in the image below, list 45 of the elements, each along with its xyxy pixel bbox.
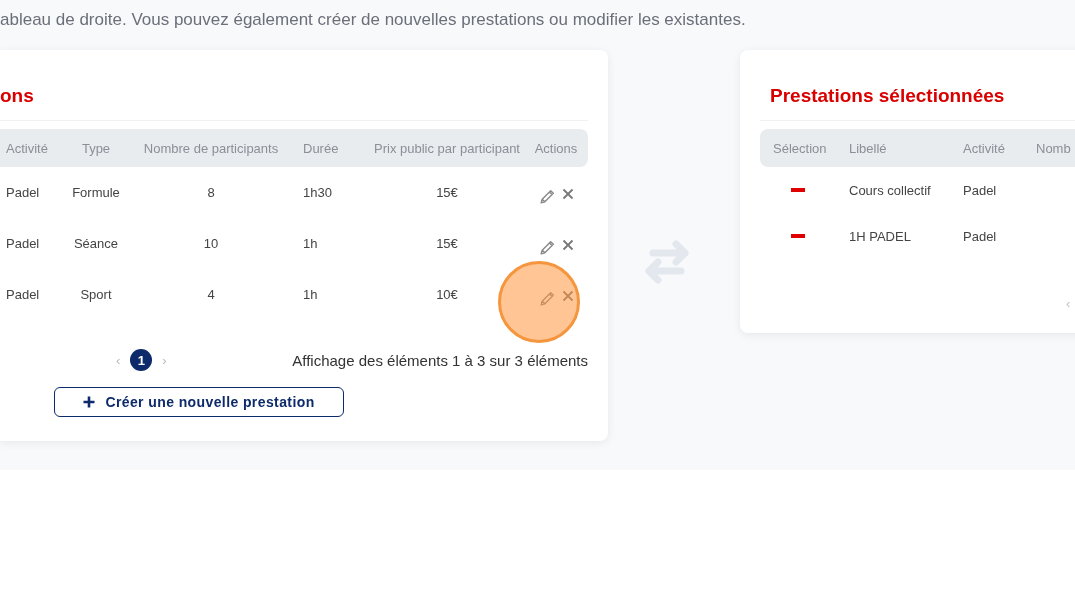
pencil-icon[interactable]: [538, 239, 556, 256]
page-button[interactable]: 1: [130, 349, 153, 371]
table-cell-text: Sport: [79, 287, 113, 302]
plus-icon: [83, 396, 96, 408]
table-cell-text: Séance: [72, 236, 120, 251]
table-cell-text: 10: [202, 236, 220, 251]
table-cell-text: 1h: [302, 287, 319, 302]
close-icon[interactable]: [561, 188, 574, 200]
column-header: Sélection: [772, 140, 828, 156]
previous-page-link[interactable]: ‹: [1066, 296, 1071, 311]
column-header: Activité: [962, 140, 1006, 156]
table-cell-text: 1h30: [302, 185, 333, 200]
table-cell-text: 15€: [435, 236, 459, 251]
table-cell-text: Formule: [71, 185, 121, 200]
table-cell-text: 15€: [435, 185, 459, 200]
column-header: Prix public par participant: [373, 140, 521, 156]
next-page-link[interactable]: ›: [162, 352, 167, 368]
table-cell-text: 10€: [435, 287, 459, 302]
table-cell-text: Padel: [962, 182, 998, 198]
pencil-icon[interactable]: [538, 290, 556, 307]
pagination-summary: Affichage des éléments 1 à 3 sur 3 éléments: [292, 351, 588, 369]
table-cell-text: Padel: [962, 228, 998, 244]
column-header: Nomb: [1035, 140, 1072, 156]
column-header: Actions: [533, 140, 579, 156]
table-cell-text: Padel: [5, 236, 41, 251]
table-cell-text: Cours collectif: [848, 182, 932, 198]
card-title: Prestations sélectionnées: [770, 86, 1005, 105]
table-cell-text: Padel: [5, 185, 41, 200]
close-icon[interactable]: [561, 239, 574, 251]
column-header: Type: [80, 140, 112, 156]
table-cell-text: 4: [206, 287, 216, 302]
close-icon[interactable]: [561, 290, 574, 302]
table-cell-text: 1h: [302, 236, 319, 251]
intro-text: ableau de droite. Vous pouvez également créer de nouvelles prestations ou modifier les existantes.: [0, 10, 746, 30]
column-header: Nombre de participants: [142, 140, 280, 156]
table-cell-text: 1H PADEL: [848, 228, 912, 244]
table-cell-text: 8: [206, 185, 216, 200]
pencil-icon[interactable]: [538, 188, 556, 205]
column-header: Durée: [302, 140, 340, 156]
previous-page-link[interactable]: ‹: [116, 352, 121, 368]
table-cell-text: Padel: [5, 287, 41, 302]
column-header: Activité: [5, 140, 49, 156]
column-header: Libellé: [848, 140, 888, 156]
card-title: ons: [0, 86, 34, 105]
create-service-button[interactable]: Créer une nouvelle prestation: [54, 387, 344, 417]
